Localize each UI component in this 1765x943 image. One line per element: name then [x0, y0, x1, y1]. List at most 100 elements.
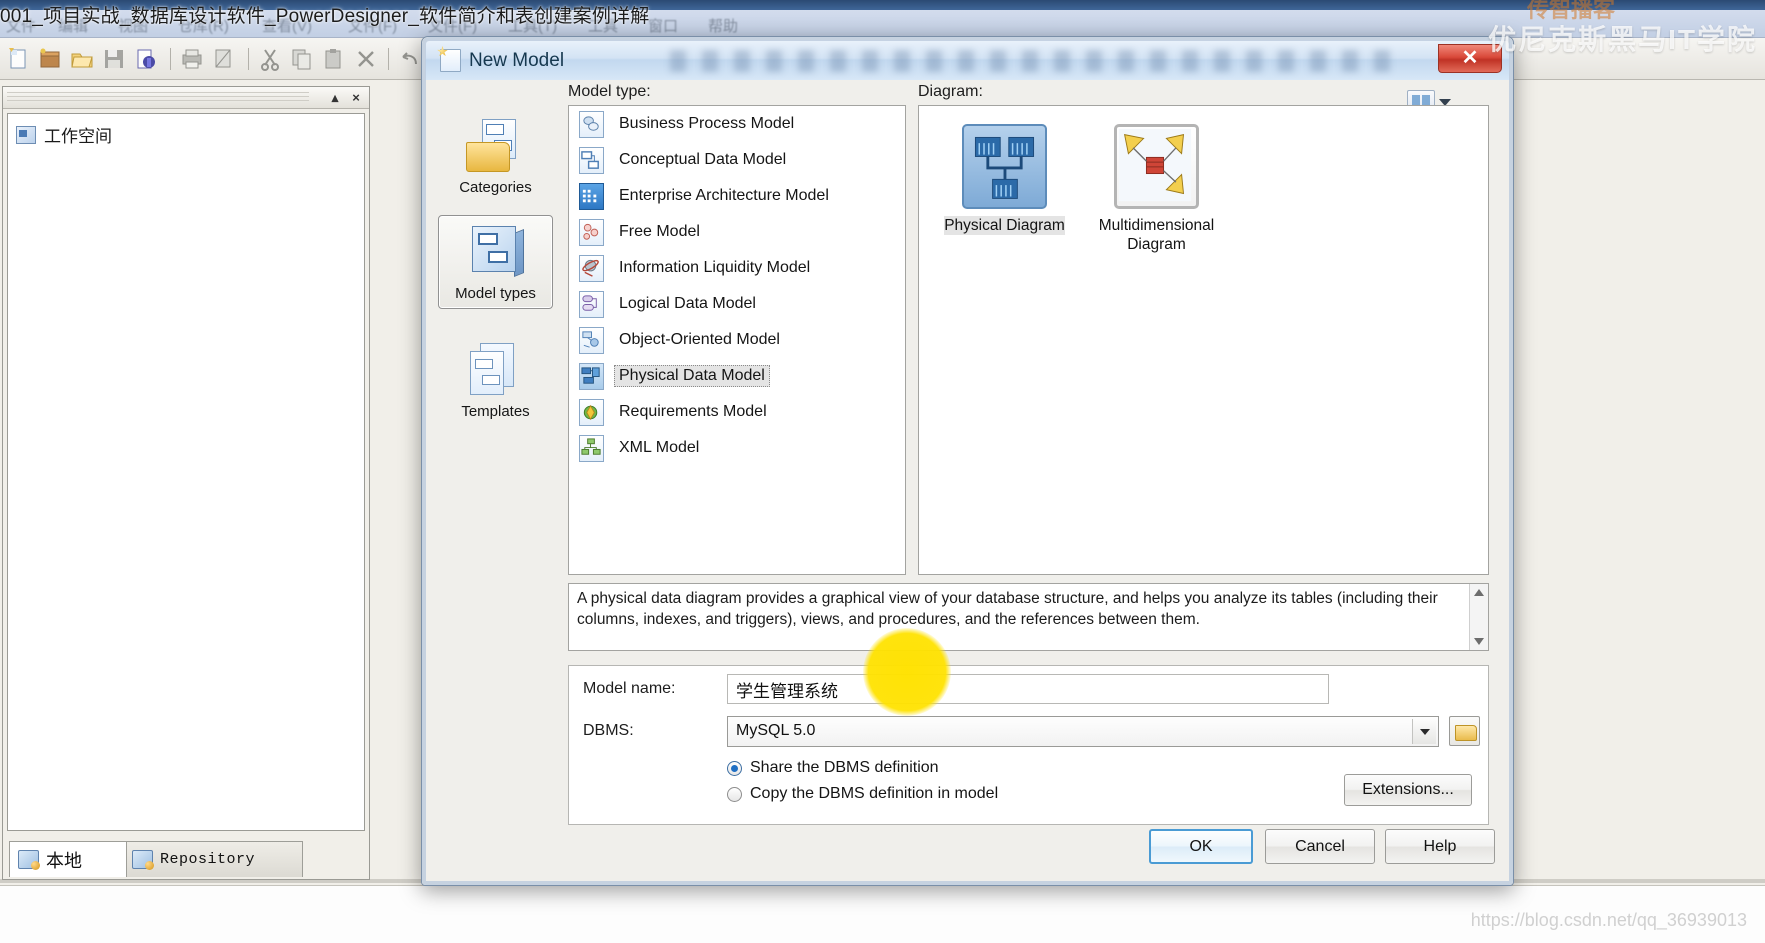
rail-label-categories: Categories — [459, 179, 532, 196]
workspace-close-button[interactable]: × — [348, 90, 364, 106]
diagram-item-multidimensional[interactable]: Multidimensional Diagram — [1079, 124, 1234, 255]
print-icon[interactable] — [180, 47, 204, 71]
business-process-model-icon — [579, 110, 604, 138]
model-type-label-free: Free Model — [619, 223, 700, 240]
model-type-label-object-oriented: Object-Oriented Model — [619, 331, 780, 348]
rail-item-categories[interactable]: Categories — [438, 109, 553, 203]
dialog-close-button[interactable]: ✕ — [1438, 44, 1502, 73]
description-text: A physical data diagram provides a graph… — [577, 590, 1438, 628]
diagram-item-physical[interactable]: Physical Diagram — [927, 124, 1082, 236]
model-type-row-requirements[interactable]: Requirements Model — [569, 394, 905, 430]
menu-item-help[interactable]: 帮助 — [708, 15, 738, 36]
dbms-combobox[interactable]: MySQL 5.0 — [727, 716, 1439, 747]
physical-data-model-icon — [579, 362, 604, 390]
rail-item-templates[interactable]: Templates — [438, 333, 553, 427]
enterprise-architecture-model-icon — [579, 182, 604, 210]
workspace-root-node[interactable]: 工作空间 — [16, 122, 112, 147]
screen-root: 文件 编辑 视图 仓库(R) 查看(V) 文件(F) 文件(F) 工具(T) 工… — [0, 0, 1765, 943]
description-scrollbar[interactable] — [1469, 584, 1488, 650]
dialog-title-overlay-blur — [670, 50, 1390, 72]
toolbar-separator-1 — [170, 48, 171, 70]
workspace-tab-local[interactable]: 本地 — [9, 841, 127, 877]
diagram-pane[interactable]: Physical Diagram Multidimensional Diagra… — [918, 105, 1489, 575]
dbms-label: DBMS: — [583, 722, 634, 739]
radio-share-dbms[interactable]: Share the DBMS definition — [727, 759, 939, 777]
radio-copy-dbms-indicator[interactable] — [727, 786, 742, 802]
category-rail[interactable]: Categories Model types Templates — [438, 105, 553, 879]
local-workspace-icon — [18, 850, 40, 870]
radio-share-dbms-indicator[interactable] — [727, 760, 742, 776]
new-model-icon[interactable] — [6, 47, 30, 71]
templates-icon — [466, 341, 526, 399]
diagram-caption-physical: Physical Diagram — [944, 216, 1065, 236]
model-type-label-requirements: Requirements Model — [619, 403, 767, 420]
new-model-title-icon — [440, 49, 461, 72]
categories-icon — [465, 117, 526, 175]
model-types-icon — [466, 223, 526, 281]
open-icon[interactable] — [70, 47, 94, 71]
model-type-row-enterprise-architecture[interactable]: Enterprise Architecture Model — [569, 178, 905, 214]
model-type-list[interactable]: Business Process Model Conceptual Data M… — [568, 105, 906, 575]
workspace-root-label: 工作空间 — [44, 127, 112, 146]
print-preview-icon[interactable] — [212, 47, 236, 71]
workspace-tab-repository[interactable]: Repository — [123, 841, 303, 877]
cancel-button[interactable]: Cancel — [1265, 829, 1375, 864]
new-package-icon[interactable] — [38, 47, 62, 71]
workspace-caption-grip — [7, 92, 309, 104]
model-type-label: Model type: — [568, 83, 651, 100]
model-type-row-conceptual-data[interactable]: Conceptual Data Model — [569, 142, 905, 178]
model-type-row-free[interactable]: Free Model — [569, 214, 905, 250]
model-type-row-physical-data[interactable]: Physical Data Model — [569, 358, 905, 394]
workspace-minimize-button[interactable]: ▴ — [327, 90, 343, 106]
radio-copy-dbms[interactable]: Copy the DBMS definition in model — [727, 785, 998, 803]
delete-icon[interactable] — [354, 47, 378, 71]
diagram-label: Diagram: — [918, 83, 983, 100]
repository-icon — [132, 850, 154, 870]
model-type-row-information-liquidity[interactable]: Information Liquidity Model — [569, 250, 905, 286]
dbms-browse-button[interactable] — [1449, 716, 1480, 746]
save-icon[interactable] — [102, 47, 126, 71]
workspace-tree[interactable]: 工作空间 — [7, 113, 365, 831]
scroll-down-icon[interactable] — [1474, 638, 1484, 645]
free-model-icon — [579, 218, 604, 246]
model-type-label-xml: XML Model — [619, 439, 700, 456]
ok-button[interactable]: OK — [1149, 829, 1253, 864]
cut-icon[interactable] — [258, 47, 282, 71]
workspace-icon — [16, 125, 36, 144]
dialog-titlebar[interactable]: New Model ✕ — [425, 40, 1510, 80]
menu-item-window[interactable]: 窗口 — [648, 15, 678, 36]
workspace-tabs[interactable]: 本地 Repository — [5, 833, 367, 877]
model-name-input[interactable] — [727, 674, 1329, 704]
model-type-label-physical-data: Physical Data Model — [614, 365, 770, 387]
radio-share-dbms-label: Share the DBMS definition — [750, 759, 939, 776]
information-liquidity-model-icon — [579, 254, 604, 282]
logical-data-model-icon — [579, 290, 604, 318]
model-type-row-object-oriented[interactable]: Object-Oriented Model — [569, 322, 905, 358]
rail-label-templates: Templates — [461, 403, 530, 420]
model-type-row-logical-data[interactable]: Logical Data Model — [569, 286, 905, 322]
workspace-tab-local-label: 本地 — [46, 850, 82, 871]
model-form: Model name: DBMS: MySQL 5.0 Share the DB… — [568, 665, 1489, 825]
extensions-button[interactable]: Extensions... — [1344, 774, 1472, 806]
properties-icon[interactable] — [134, 47, 158, 71]
model-type-label-enterprise-architecture: Enterprise Architecture Model — [619, 187, 829, 204]
undo-icon[interactable] — [398, 47, 422, 71]
multidimensional-diagram-icon — [1114, 124, 1199, 209]
model-type-row-business-process[interactable]: Business Process Model — [569, 106, 905, 142]
requirements-model-icon — [579, 398, 604, 426]
model-type-row-xml[interactable]: XML Model — [569, 430, 905, 466]
radio-copy-dbms-label: Copy the DBMS definition in model — [750, 785, 999, 802]
model-type-label-information-liquidity: Information Liquidity Model — [619, 259, 811, 276]
model-type-label-logical-data: Logical Data Model — [619, 295, 756, 312]
paste-icon[interactable] — [322, 47, 346, 71]
workspace-panel: ▴ × 工作空间 本地 Repository — [2, 86, 370, 880]
help-button[interactable]: Help — [1385, 829, 1495, 864]
scroll-up-icon[interactable] — [1474, 589, 1484, 596]
dbms-chevron-down-icon[interactable] — [1412, 719, 1436, 744]
xml-model-icon — [579, 434, 604, 462]
copy-icon[interactable] — [290, 47, 314, 71]
rail-item-model-types[interactable]: Model types — [438, 215, 553, 309]
rail-label-model-types: Model types — [455, 285, 536, 302]
model-type-label-conceptual-data: Conceptual Data Model — [619, 151, 787, 168]
diagram-caption-multidimensional: Multidimensional Diagram — [1098, 217, 1215, 254]
